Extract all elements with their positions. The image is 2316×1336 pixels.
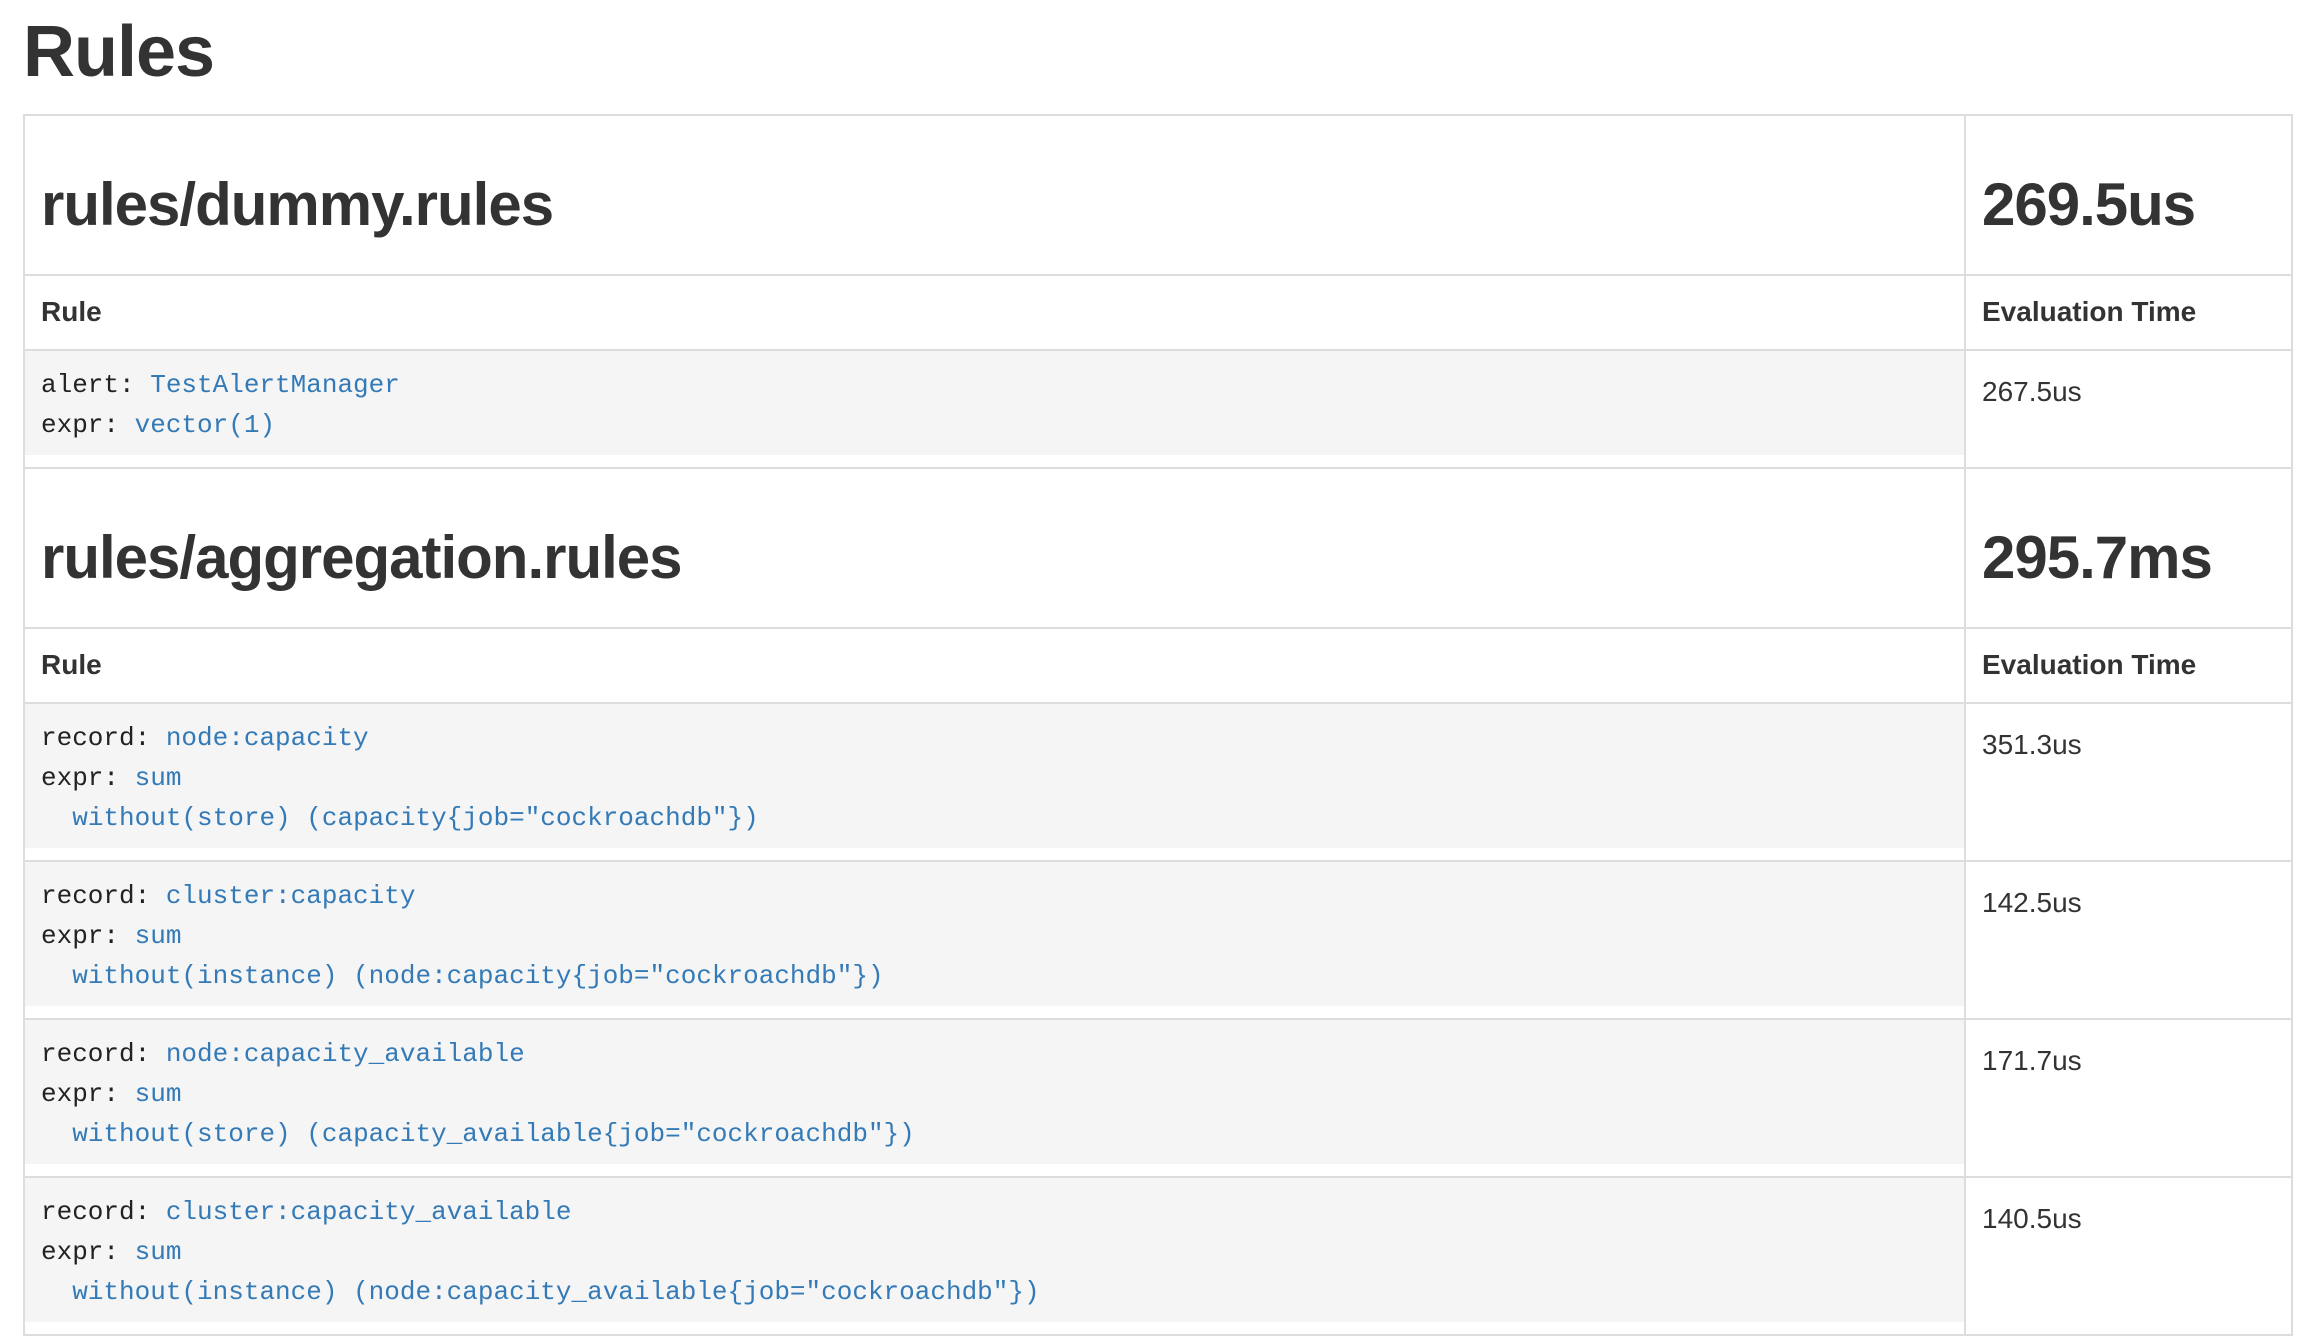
rule-group-header-row: rules/aggregation.rules 295.7ms	[24, 468, 2292, 628]
rule-definition: record: node:capacity_available expr: su…	[25, 1020, 1964, 1164]
rule-keyword: expr:	[41, 921, 135, 951]
page-title: Rules	[23, 14, 2293, 90]
rule-cell: alert: TestAlertManager expr: vector(1)	[24, 350, 1965, 468]
rule-link[interactable]: node:capacity	[166, 723, 369, 753]
evaluation-time-column-header: Evaluation Time	[1965, 628, 2292, 703]
rule-row: record: node:capacity_available expr: su…	[24, 1019, 2292, 1177]
rule-definition: record: cluster:capacity expr: sum witho…	[25, 862, 1964, 1006]
rule-row: alert: TestAlertManager expr: vector(1)2…	[24, 350, 2292, 468]
column-header-row: RuleEvaluation Time	[24, 628, 2292, 703]
rule-evaluation-time: 140.5us	[1965, 1177, 2292, 1335]
rule-group-evaluation-time: 269.5us	[1982, 172, 2275, 238]
rule-definition: record: cluster:capacity_available expr:…	[25, 1178, 1964, 1322]
evaluation-time-column-header: Evaluation Time	[1965, 275, 2292, 350]
rule-link[interactable]: without(instance) (node:capacity{job="co…	[72, 961, 883, 991]
rule-link[interactable]: without(store) (capacity{job="cockroachd…	[72, 803, 759, 833]
rule-link[interactable]: node:capacity_available	[166, 1039, 525, 1069]
rule-cell: record: cluster:capacity expr: sum witho…	[24, 861, 1965, 1019]
rule-link[interactable]: TestAlertManager	[150, 370, 400, 400]
rule-indent	[41, 1119, 72, 1149]
rule-keyword: record:	[41, 1039, 166, 1069]
rule-link[interactable]: cluster:capacity_available	[166, 1197, 572, 1227]
rule-keyword: alert:	[41, 370, 150, 400]
rule-link[interactable]: sum	[135, 1079, 182, 1109]
rule-column-header: Rule	[24, 628, 1965, 703]
rule-link[interactable]: without(store) (capacity_available{job="…	[72, 1119, 915, 1149]
rule-keyword: record:	[41, 881, 166, 911]
rules-table: rules/dummy.rules269.5usRuleEvaluation T…	[23, 114, 2293, 1336]
rule-evaluation-time: 171.7us	[1965, 1019, 2292, 1177]
rule-evaluation-time: 142.5us	[1965, 861, 2292, 1019]
rule-group-evaluation-time: 295.7ms	[1982, 525, 2275, 591]
rule-definition: record: node:capacity expr: sum without(…	[25, 704, 1964, 848]
rule-group-name-cell: rules/aggregation.rules	[24, 468, 1965, 628]
column-header-row: RuleEvaluation Time	[24, 275, 2292, 350]
rule-keyword: expr:	[41, 1079, 135, 1109]
rule-link[interactable]: sum	[135, 1237, 182, 1267]
rule-group-evaluation-time-cell: 295.7ms	[1965, 468, 2292, 628]
rule-keyword: record:	[41, 723, 166, 753]
rule-definition: alert: TestAlertManager expr: vector(1)	[25, 351, 1964, 455]
rule-link[interactable]: sum	[135, 921, 182, 951]
rule-link[interactable]: vector(1)	[135, 410, 275, 440]
rule-row: record: cluster:capacity_available expr:…	[24, 1177, 2292, 1335]
rule-cell: record: node:capacity expr: sum without(…	[24, 703, 1965, 861]
rule-indent	[41, 961, 72, 991]
rule-link[interactable]: cluster:capacity	[166, 881, 416, 911]
rule-group-header-row: rules/dummy.rules 269.5us	[24, 115, 2292, 275]
rule-evaluation-time: 267.5us	[1965, 350, 2292, 468]
rule-link[interactable]: sum	[135, 763, 182, 793]
rule-link[interactable]: without(instance) (node:capacity_availab…	[72, 1277, 1039, 1307]
rule-evaluation-time: 351.3us	[1965, 703, 2292, 861]
rule-group-evaluation-time-cell: 269.5us	[1965, 115, 2292, 275]
rules-page: Rules rules/dummy.rules269.5usRuleEvalua…	[23, 14, 2293, 1336]
rule-group-name: rules/aggregation.rules	[41, 525, 1948, 591]
rule-row: record: cluster:capacity expr: sum witho…	[24, 861, 2292, 1019]
rule-group-name: rules/dummy.rules	[41, 172, 1948, 238]
rule-keyword: expr:	[41, 1237, 135, 1267]
rule-row: record: node:capacity expr: sum without(…	[24, 703, 2292, 861]
rule-keyword: record:	[41, 1197, 166, 1227]
rule-keyword: expr:	[41, 410, 135, 440]
rule-cell: record: cluster:capacity_available expr:…	[24, 1177, 1965, 1335]
rule-group-name-cell: rules/dummy.rules	[24, 115, 1965, 275]
rule-indent	[41, 1277, 72, 1307]
rule-keyword: expr:	[41, 763, 135, 793]
rule-indent	[41, 803, 72, 833]
rule-cell: record: node:capacity_available expr: su…	[24, 1019, 1965, 1177]
rule-column-header: Rule	[24, 275, 1965, 350]
